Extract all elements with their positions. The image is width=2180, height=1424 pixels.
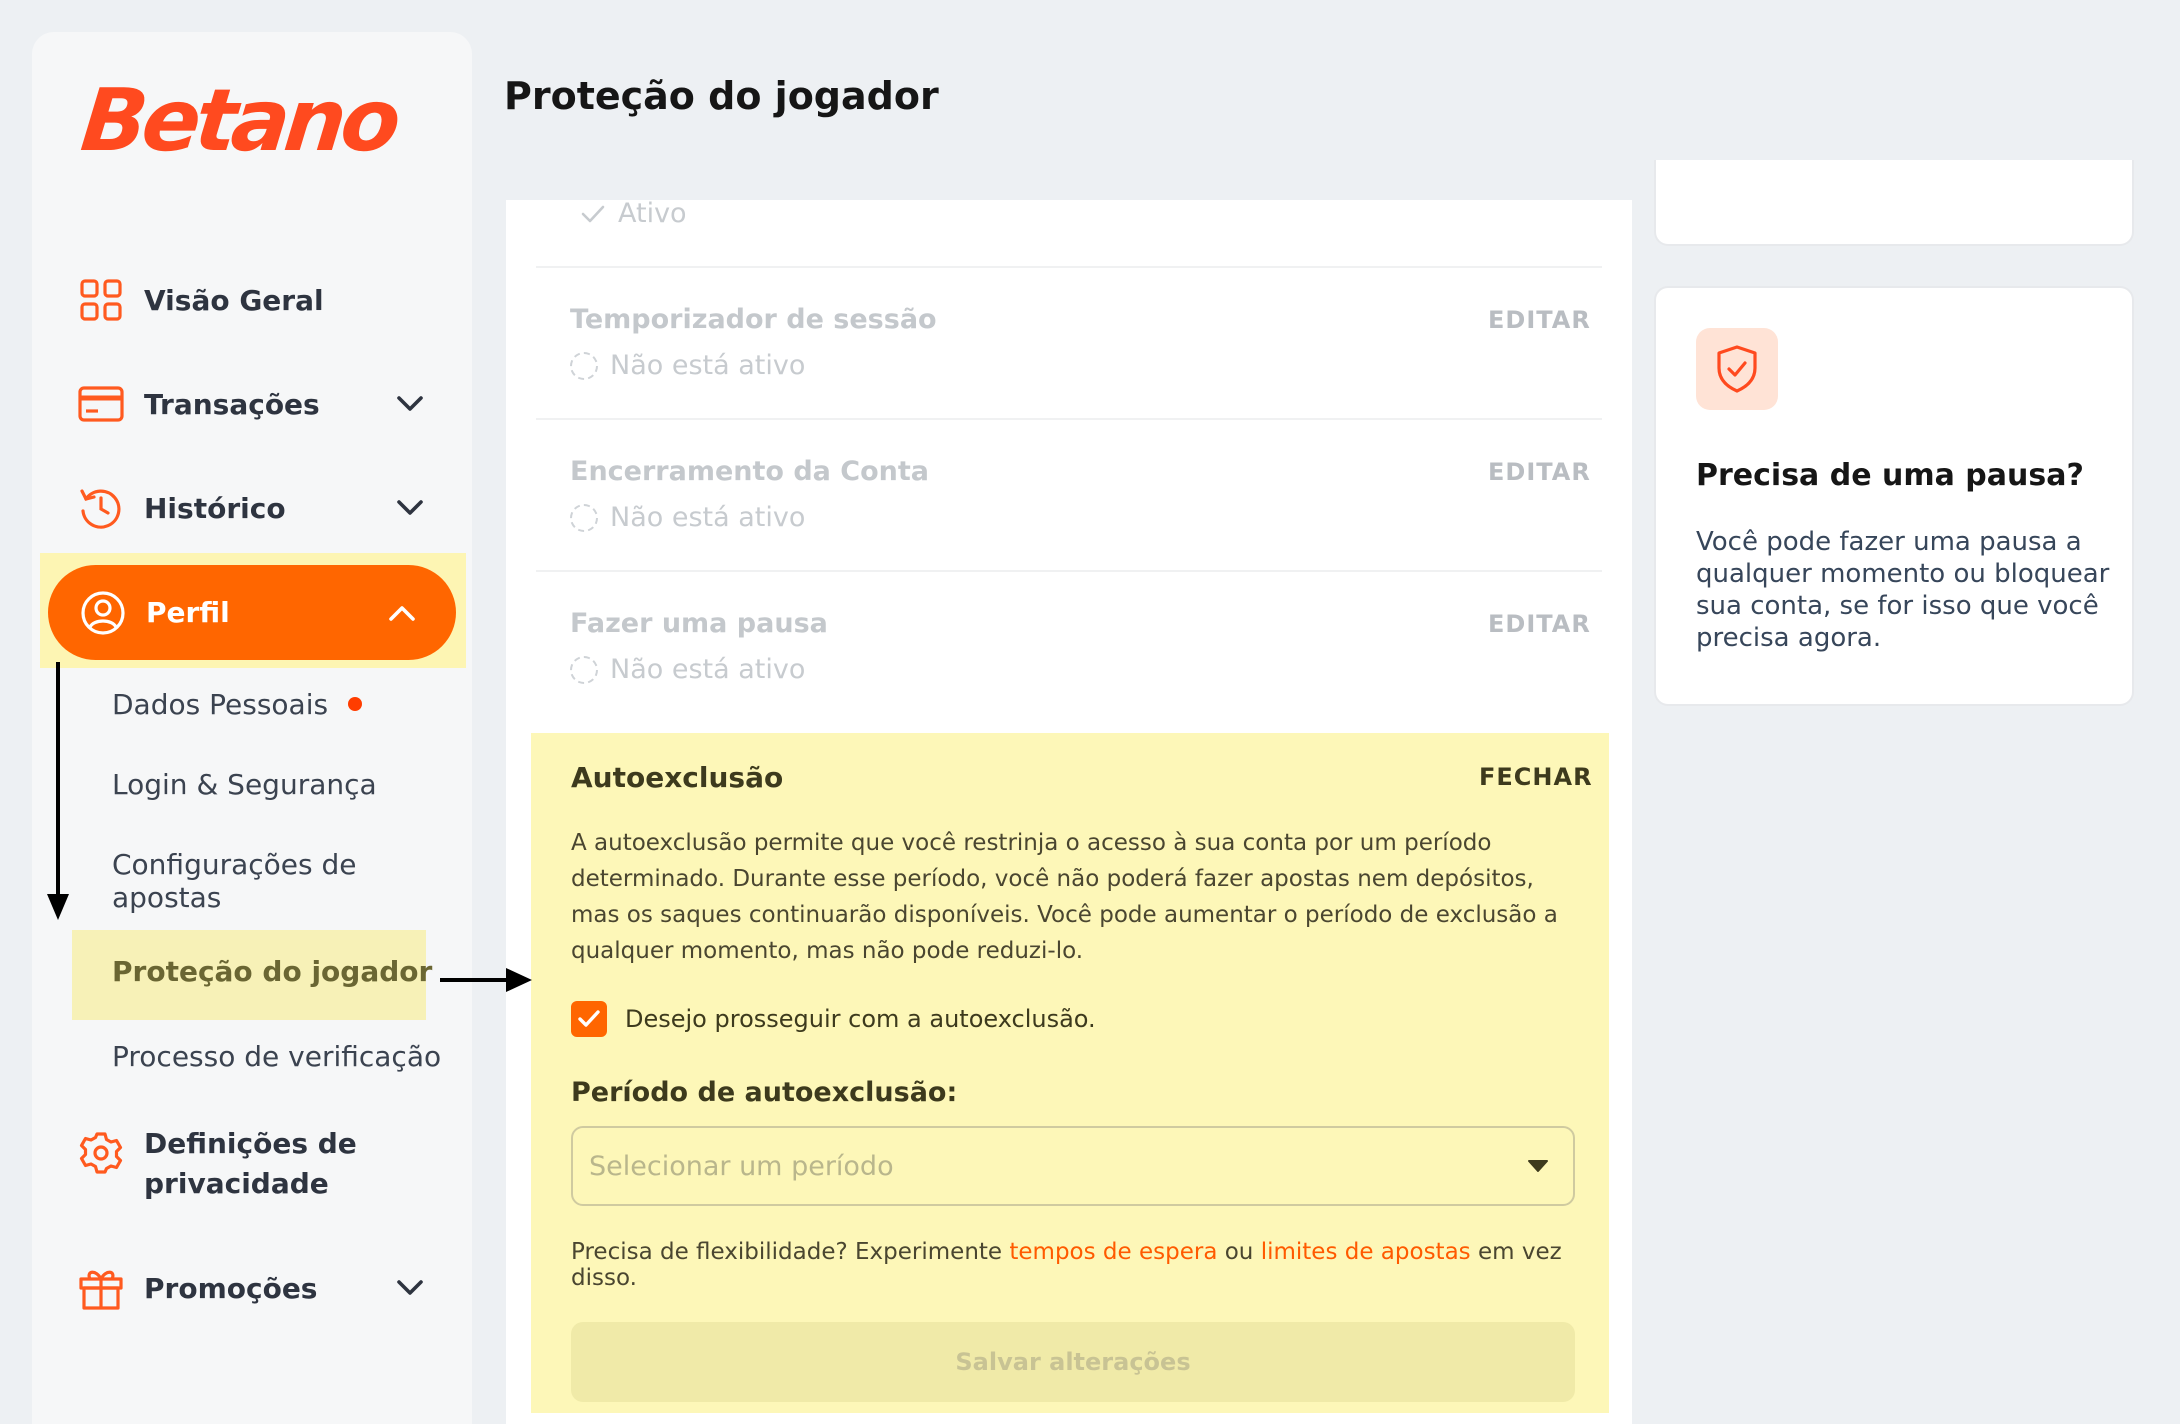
chevron-down-icon[interactable]	[392, 1270, 428, 1306]
row-status: Não está ativo	[570, 350, 805, 381]
close-button[interactable]: FECHAR	[1479, 763, 1593, 791]
limit-row-session-timer: Temporizador de sessão EDITAR Não está a…	[536, 268, 1602, 420]
grid-icon	[78, 277, 124, 323]
limit-row-account-closure: Encerramento da Conta EDITAR Não está at…	[536, 420, 1602, 572]
status-text: Não está ativo	[610, 654, 806, 685]
sub-item-label: Dados Pessoais	[112, 688, 329, 721]
edit-button[interactable]: EDITAR	[1488, 458, 1591, 486]
sub-item-label: Processo de verificação	[112, 1040, 442, 1073]
sub-item-label: Configurações de apostas	[112, 848, 357, 914]
sidebar-item-privacy[interactable]: Definições de privacidade	[50, 1127, 430, 1208]
check-icon	[578, 1010, 600, 1027]
sidebar-item-promotions[interactable]: Promoções	[50, 1256, 430, 1320]
gear-icon	[78, 1130, 124, 1176]
notification-dot	[348, 697, 363, 711]
row-status: Não está ativo	[570, 502, 805, 533]
confirm-checkbox-label: Desejo prosseguir com a autoexclusão.	[625, 1005, 1096, 1033]
sub-item-verification[interactable]: Processo de verificação	[112, 1040, 441, 1073]
sidebar	[32, 32, 472, 1424]
pause-info-card: Precisa de uma pausa? Você pode fazer um…	[1654, 286, 2134, 706]
annotation-arrow-head	[47, 894, 69, 920]
credit-card-icon	[78, 381, 124, 427]
inactive-icon	[570, 351, 598, 380]
sidebar-item-label: Promoções	[144, 1271, 318, 1305]
annotation-arrow-right	[440, 978, 512, 982]
sub-item-login-security[interactable]: Login & Segurança	[112, 768, 377, 801]
status-active: Ativo	[580, 198, 687, 229]
sidebar-item-label: Histórico	[144, 491, 286, 525]
bet-limits-link[interactable]: limites de apostas	[1261, 1239, 1471, 1265]
sub-item-personal-data[interactable]: Dados Pessoais	[112, 688, 363, 721]
row-title: Fazer uma pausa	[570, 608, 828, 639]
row-status: Não está ativo	[570, 654, 805, 685]
row-title: Temporizador de sessão	[570, 304, 937, 335]
sidebar-item-history[interactable]: Histórico	[50, 476, 430, 540]
user-circle-icon	[80, 590, 126, 636]
edit-button[interactable]: EDITAR	[1488, 306, 1591, 334]
hint-text: ou	[1224, 1239, 1254, 1265]
confirm-checkbox-row[interactable]: Desejo prosseguir com a autoexclusão.	[571, 1001, 1096, 1037]
self-exclusion-title: Autoexclusão	[571, 761, 784, 794]
edit-button[interactable]: EDITAR	[1488, 610, 1591, 638]
limit-row-partial: Ativo	[536, 198, 1602, 268]
logo-text: Betano	[76, 71, 401, 171]
limit-row-take-break: Fazer uma pausa EDITAR Não está ativo	[536, 572, 1602, 724]
confirm-checkbox[interactable]	[571, 1001, 607, 1037]
sidebar-item-overview[interactable]: Visão Geral	[50, 268, 430, 332]
sidebar-item-label: Visão Geral	[144, 283, 324, 317]
self-exclusion-panel: Autoexclusão FECHAR A autoexclusão permi…	[531, 733, 1609, 1413]
save-button[interactable]: Salvar alterações	[571, 1322, 1575, 1402]
period-select[interactable]: Selecionar um período	[571, 1126, 1575, 1206]
history-icon	[78, 485, 124, 531]
sidebar-item-profile[interactable]: Perfil	[48, 565, 456, 660]
sub-item-label: Login & Segurança	[112, 768, 377, 801]
chevron-down-icon[interactable]	[392, 386, 428, 422]
period-label: Período de autoexclusão:	[571, 1077, 958, 1108]
status-text: Ativo	[618, 198, 687, 229]
annotation-arrow-head	[506, 968, 532, 992]
betano-logo[interactable]: Betano	[77, 66, 401, 176]
chevron-down-icon[interactable]	[392, 490, 428, 526]
sidebar-item-label: Perfil	[146, 596, 230, 629]
sub-item-player-protection[interactable]: Proteção do jogador	[112, 955, 432, 988]
sub-item-bet-settings[interactable]: Configurações de apostas	[112, 848, 412, 914]
pause-card-title: Precisa de uma pausa?	[1696, 458, 2084, 493]
self-exclusion-description: A autoexclusão permite que você restrinj…	[571, 830, 1558, 964]
flexibility-hint: Precisa de flexibilidade? Experimente te…	[571, 1239, 1609, 1291]
sidebar-item-label: Definições de privacidade	[144, 1127, 357, 1200]
status-text: Não está ativo	[610, 350, 806, 381]
shield-icon	[1696, 328, 1778, 410]
hint-text: Precisa de flexibilidade? Experimente	[571, 1239, 1003, 1265]
check-icon	[581, 205, 605, 222]
gift-icon	[78, 1265, 124, 1311]
inactive-icon	[570, 503, 598, 532]
page-title: Proteção do jogador	[504, 74, 939, 118]
row-title: Encerramento da Conta	[570, 456, 930, 487]
status-text: Não está ativo	[610, 502, 806, 533]
info-card-partial	[1654, 160, 2134, 246]
sidebar-item-transactions[interactable]: Transações	[50, 372, 430, 436]
pause-card-text: Você pode fazer uma pausa a qualquer mom…	[1696, 527, 2110, 653]
inactive-icon	[570, 655, 598, 684]
annotation-arrow-down	[56, 662, 60, 900]
caret-down-icon	[1528, 1160, 1548, 1172]
chevron-up-icon[interactable]	[384, 595, 420, 631]
sidebar-item-label: Transações	[144, 387, 320, 421]
sub-item-label: Proteção do jogador	[112, 955, 433, 988]
period-select-placeholder: Selecionar um período	[589, 1150, 894, 1182]
timeout-link[interactable]: tempos de espera	[1009, 1239, 1217, 1265]
